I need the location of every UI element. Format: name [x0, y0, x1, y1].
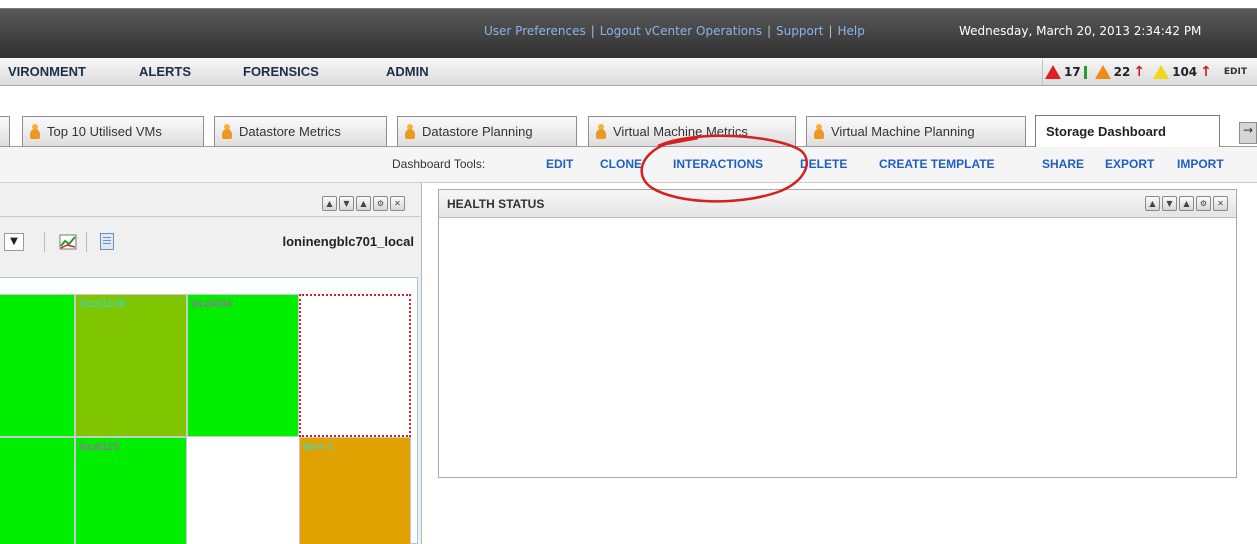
trend-up-icon: ↑: [1200, 64, 1212, 80]
main-nav: VIRONMENT ALERTS FORENSICS ADMIN 17 22 ↑…: [0, 58, 1257, 86]
alerts-edit-link[interactable]: EDIT: [1224, 67, 1247, 77]
panel-title: HEALTH STATUS: [447, 197, 545, 211]
heatmap-cell[interactable]: local1108: [75, 294, 187, 437]
separator: |: [828, 24, 833, 38]
separator: |: [766, 24, 772, 38]
create-template-link[interactable]: CREATE TEMPLATE: [879, 157, 995, 171]
cell-label: tierx-1: [303, 441, 334, 453]
export-link[interactable]: EXPORT: [1105, 157, 1154, 171]
selected-resource-name: loninengblc701_local: [282, 234, 415, 249]
minimize-icon[interactable]: ▼: [1162, 196, 1177, 211]
heatmap-toolbar: ▼ loninengblc701_local: [0, 228, 422, 258]
tab-label: Datastore Planning: [422, 124, 533, 139]
support-link[interactable]: Support: [776, 24, 823, 38]
trend-up-icon: ↑: [1133, 64, 1146, 80]
collapse-up-icon[interactable]: ▲: [322, 196, 337, 211]
nav-forensics[interactable]: FORENSICS: [243, 64, 319, 79]
tab-label: Virtual Machine Metrics: [613, 124, 748, 139]
heatmap-cell[interactable]: local115: [75, 437, 187, 544]
share-link[interactable]: SHARE: [1042, 157, 1084, 171]
heatmap-cell[interactable]: [187, 437, 299, 544]
critical-alert-icon: [1044, 65, 1061, 79]
settings-gear-icon[interactable]: ⚙: [1196, 196, 1211, 211]
tab-datastore-metrics[interactable]: Datastore Metrics: [214, 116, 387, 146]
top-header-bar: User Preferences | Logout vCenter Operatio…: [0, 8, 1257, 58]
heatmap-cell[interactable]: [0, 437, 75, 544]
heatmap-cell[interactable]: tierx-1: [299, 437, 411, 544]
collapse-up-icon[interactable]: ▲: [1145, 196, 1160, 211]
heatmap-cell-selected[interactable]: [299, 294, 411, 437]
health-status-header: HEALTH STATUS ▲ ▼ ▲ ⚙ ✕: [439, 190, 1236, 218]
minor-alert-icon: [1153, 65, 1170, 79]
dashboard-tools-label: Dashboard Tools:: [392, 157, 486, 171]
edit-link[interactable]: EDIT: [546, 157, 573, 171]
pin-icon: [221, 124, 233, 139]
health-status-panel: HEALTH STATUS ▲ ▼ ▲ ⚙ ✕: [438, 189, 1237, 478]
alert-summary: 17 22 ↑ 104 ↑ EDIT: [1041, 59, 1249, 85]
tab-label: Virtual Machine Planning: [831, 124, 975, 139]
clone-link[interactable]: CLONE: [600, 157, 642, 171]
warning-alerts[interactable]: 22 ↑: [1094, 64, 1146, 80]
delete-link[interactable]: DELETE: [800, 157, 847, 171]
tab-label: Datastore Metrics: [239, 124, 341, 139]
maximize-icon[interactable]: ▲: [1179, 196, 1194, 211]
dashboard-tabs: Top 10 Utilised VMs Datastore Metrics Da…: [0, 112, 1257, 147]
critical-alerts[interactable]: 17: [1044, 65, 1087, 79]
line-chart-icon[interactable]: [59, 234, 77, 250]
help-link[interactable]: Help: [838, 24, 865, 38]
pin-icon: [813, 124, 825, 139]
cell-label: local115: [79, 441, 120, 453]
pin-icon: [595, 124, 607, 139]
minor-alert-count: 104: [1172, 65, 1198, 79]
pin-icon: [404, 124, 416, 139]
import-link[interactable]: IMPORT: [1177, 157, 1224, 171]
interactions-link[interactable]: INTERACTIONS: [673, 157, 763, 171]
minor-alerts[interactable]: 104 ↑: [1153, 65, 1212, 79]
tab-datastore-planning[interactable]: Datastore Planning: [397, 116, 577, 146]
warning-alert-count: 22: [1113, 65, 1131, 79]
user-preferences-link[interactable]: User Preferences: [484, 24, 586, 38]
trend-flat-icon: [1083, 65, 1087, 79]
tab-top10-vms[interactable]: Top 10 Utilised VMs: [22, 116, 204, 146]
nav-alerts[interactable]: ALERTS: [139, 64, 191, 79]
close-icon[interactable]: ✕: [390, 196, 405, 211]
tab-label: Storage Dashboard: [1046, 124, 1166, 139]
heatmap-area: local1108 local404 local115 tierx-1: [0, 277, 418, 544]
logout-link[interactable]: Logout vCenter Operations: [600, 24, 762, 38]
nav-admin[interactable]: ADMIN: [386, 64, 429, 79]
toolbar-divider: [44, 232, 45, 252]
heatmap-panel: ▲ ▼ ▲ ⚙ ✕ ▼ loninengblc701_local local11…: [0, 183, 422, 544]
top-links: User Preferences | Logout vCenter Operatio…: [484, 24, 865, 38]
heatmap-panel-header: ▲ ▼ ▲ ⚙ ✕: [0, 189, 422, 217]
warning-alert-icon: [1094, 65, 1111, 79]
maximize-icon[interactable]: ▲: [356, 196, 371, 211]
tab-vm-planning[interactable]: Virtual Machine Planning: [806, 116, 1026, 146]
panel-controls: ▲ ▼ ▲ ⚙ ✕: [322, 196, 405, 211]
toolbar-divider: [86, 232, 87, 252]
document-icon[interactable]: [100, 233, 114, 250]
close-icon[interactable]: ✕: [1213, 196, 1228, 211]
tab-label: Top 10 Utilised VMs: [47, 124, 162, 139]
tab-scroll-right-icon[interactable]: →: [1239, 122, 1257, 144]
pin-icon: [29, 124, 41, 139]
current-datetime: Wednesday, March 20, 2013 2:34:42 PM: [959, 24, 1202, 38]
tab-vm-metrics[interactable]: Virtual Machine Metrics: [588, 116, 796, 146]
tab-overflow-left[interactable]: [0, 116, 10, 146]
panel-controls: ▲ ▼ ▲ ⚙ ✕: [1145, 196, 1228, 211]
nav-environment[interactable]: VIRONMENT: [8, 64, 86, 79]
chevron-down-icon[interactable]: ▼: [4, 233, 24, 251]
dashboard-tools-bar: Dashboard Tools: EDIT CLONE INTERACTIONS…: [0, 147, 1257, 183]
critical-alert-count: 17: [1063, 65, 1081, 79]
tab-storage-dashboard[interactable]: Storage Dashboard: [1035, 115, 1220, 147]
cell-label: local404: [191, 298, 232, 310]
settings-gear-icon[interactable]: ⚙: [373, 196, 388, 211]
heatmap-cell[interactable]: local404: [187, 294, 299, 437]
minimize-icon[interactable]: ▼: [339, 196, 354, 211]
heatmap-cell[interactable]: [0, 294, 75, 437]
separator: |: [590, 24, 595, 38]
cell-label: local1108: [79, 298, 126, 310]
